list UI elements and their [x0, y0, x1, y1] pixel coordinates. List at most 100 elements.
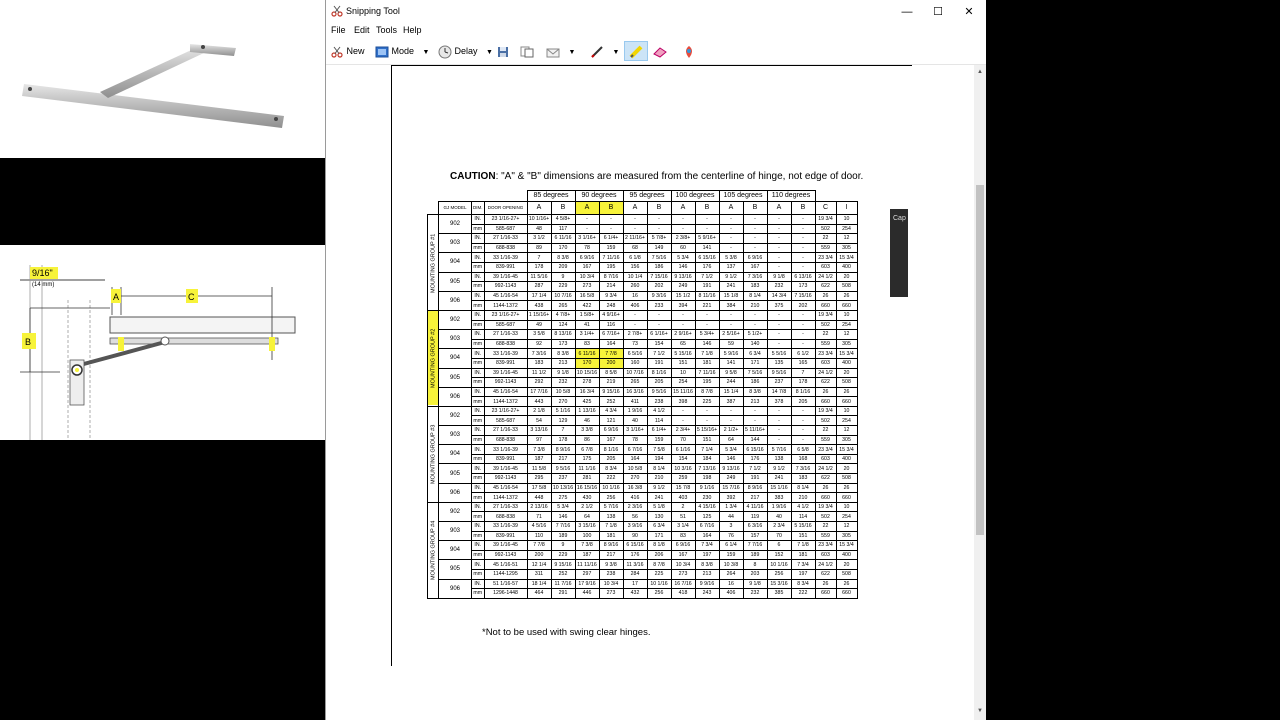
table-cell: - — [790, 425, 816, 436]
send-dropdown-icon[interactable]: ▼ — [569, 49, 576, 56]
new-button[interactable]: New — [330, 42, 365, 60]
table-cell: 254 — [835, 415, 858, 427]
menu-file[interactable]: File — [331, 25, 346, 35]
table-cell: 16 — [718, 578, 744, 590]
table-cell: 1 5/8+ — [574, 309, 600, 321]
menu-help[interactable]: Help — [403, 25, 422, 35]
table-cell: 159 — [718, 549, 744, 561]
model-number: 904 — [438, 252, 472, 273]
model-number: 902 — [438, 405, 472, 427]
table-cell: - — [718, 223, 744, 235]
model-number: 905 — [438, 463, 472, 484]
eraser-button[interactable] — [652, 42, 668, 60]
table-cell: - — [694, 405, 720, 417]
table-cell: 10 1/4 — [622, 271, 648, 283]
table-cell: 3 1/4 — [670, 521, 696, 532]
table-cell: 3 1/2 — [526, 233, 552, 244]
mounting-group-label: MOUNTING GROUP #2 — [427, 310, 439, 407]
table-cell: 252 — [550, 568, 576, 580]
captured-document: CAUTION: "A" & "B" dimensions are measur… — [391, 65, 912, 666]
table-cell: 622 — [814, 473, 837, 484]
table-cell: 9 3/4 — [598, 290, 624, 302]
table-cell: 6 15/16 — [694, 252, 720, 263]
header-model: GJ MODEL — [438, 201, 472, 215]
door-opening: 39 1/16-45 — [483, 540, 528, 551]
table-cell: 12 — [835, 425, 858, 436]
table-cell: - — [622, 309, 648, 321]
table-cell: 10 7/16 — [622, 367, 648, 379]
title-bar: Snipping Tool — ☐ ✕ — [326, 0, 986, 24]
scroll-down-icon[interactable]: ▼ — [977, 708, 983, 714]
unit-label: mm — [471, 319, 485, 331]
table-cell: 5 1/8 — [646, 501, 672, 513]
table-cell: - — [718, 214, 744, 225]
table-cell: 40 — [766, 511, 792, 522]
table-cell: 3 1/4+ — [574, 329, 600, 340]
table-cell: - — [766, 309, 792, 321]
table-cell: 202 — [790, 300, 816, 311]
table-cell: 20 — [835, 559, 858, 570]
table-cell: 9 5/16 — [550, 463, 576, 475]
table-cell: 183 — [790, 473, 816, 484]
unit-label: mm — [471, 281, 485, 292]
table-cell: - — [766, 329, 792, 340]
table-cell: 287 — [526, 281, 552, 292]
table-cell: 2 7/8+ — [622, 329, 648, 340]
close-button[interactable]: ✕ — [954, 3, 984, 21]
mode-dropdown-icon[interactable]: ▼ — [423, 49, 430, 56]
table-row: 906 IN. 51 1/16-57 18 1/4 11 7/16 17 9/16 10 3… — [428, 578, 858, 599]
table-row: 905 IN. 45 1/16-51 12 1/4 9 15/16 11 11/16 9 3… — [428, 559, 858, 580]
table-cell: 10 3/4 — [574, 271, 600, 283]
table-cell: 144 — [742, 434, 768, 446]
header-ab: A — [526, 201, 552, 215]
table-cell: 241 — [766, 473, 792, 484]
door-opening: 39 1/16-45 — [483, 367, 528, 379]
table-cell: - — [790, 405, 816, 417]
table-cell: 164 — [694, 530, 720, 542]
highlighter-button[interactable] — [624, 41, 648, 61]
pen-button[interactable]: ▼ — [590, 42, 619, 60]
table-cell: 4 3/4 — [598, 405, 624, 417]
table-cell: 400 — [835, 357, 858, 369]
delay-dropdown-icon[interactable]: ▼ — [486, 49, 493, 56]
maximize-button[interactable]: ☐ — [923, 3, 953, 21]
copy-icon — [520, 46, 534, 58]
mode-button[interactable]: Mode ▼ — [375, 42, 429, 60]
door-opening: 992-1143 — [483, 473, 528, 484]
table-cell: 213 — [550, 357, 576, 369]
table-cell: 603 — [814, 549, 837, 561]
paint-button[interactable] — [683, 42, 695, 60]
send-button[interactable]: ▼ — [546, 42, 575, 60]
save-button[interactable] — [497, 42, 509, 60]
table-cell: 6 7/16+ — [598, 329, 624, 340]
scroll-up-icon[interactable]: ▲ — [977, 69, 983, 75]
table-cell: 238 — [598, 568, 624, 580]
table-cell: 9 1/8 — [550, 367, 576, 379]
pen-dropdown-icon[interactable]: ▼ — [613, 49, 620, 56]
menu-tools[interactable]: Tools — [376, 25, 397, 35]
delay-button[interactable]: Delay ▼ — [438, 42, 493, 60]
table-cell: 660 — [814, 396, 837, 407]
table-cell: 197 — [790, 568, 816, 580]
scrollbar-thumb[interactable] — [976, 185, 984, 535]
unit-label: mm — [471, 492, 485, 503]
table-cell: 8 3/4 — [598, 463, 624, 475]
table-cell: 2 3/4 — [766, 521, 792, 532]
table-cell: 6 11/16 — [550, 233, 576, 244]
table-cell: 622 — [814, 281, 837, 292]
table-cell: 225 — [646, 568, 672, 580]
table-cell: 12 — [835, 521, 858, 532]
table-cell: 117 — [550, 223, 576, 235]
menu-edit[interactable]: Edit — [354, 25, 370, 35]
table-row: mm 1144-1295 311 252 297 238 284 225 273 213 264 20… — [428, 568, 858, 580]
table-cell: 305 — [835, 434, 858, 446]
table-cell: 10 3/8 — [718, 559, 744, 570]
table-cell: 256 — [646, 588, 672, 599]
table-cell: - — [694, 309, 720, 321]
table-cell: 217 — [550, 453, 576, 465]
copy-button[interactable] — [520, 42, 534, 60]
table-cell: 26 — [835, 290, 858, 302]
table-cell: 3 13/16 — [526, 425, 552, 436]
minimize-button[interactable]: — — [892, 3, 922, 21]
door-opening: 27 1/16-33 — [483, 501, 528, 513]
